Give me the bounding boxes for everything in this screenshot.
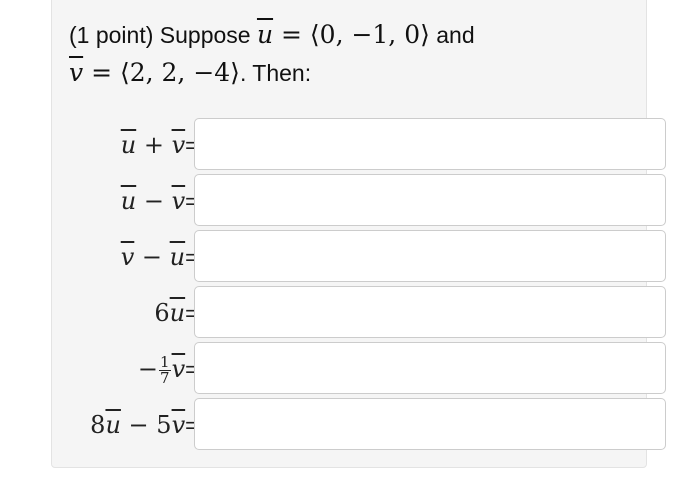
- coefficient: 8: [90, 411, 106, 439]
- minus-sign: −: [137, 355, 159, 383]
- coefficient: 6: [154, 299, 170, 327]
- points-text: (1 point) Suppose: [69, 22, 257, 48]
- vector-u-symbol: u: [120, 187, 137, 215]
- vector-u-symbol: u: [120, 131, 137, 159]
- operator: −: [136, 187, 172, 215]
- vector-u-symbol: u: [169, 299, 186, 327]
- and-text: and: [429, 22, 475, 48]
- statement-line-1: (1 point) Suppose u = ⟨0, −1, 0⟩ and: [69, 16, 629, 54]
- operator: −: [120, 411, 157, 439]
- fraction-denominator: 7: [160, 369, 170, 387]
- equals-sign: =: [83, 58, 120, 87]
- expression-label: 6u=: [154, 286, 198, 340]
- fraction: 17: [159, 355, 171, 386]
- answer-row-6u: 6u=: [60, 286, 670, 340]
- answer-input-8u-minus-5v[interactable]: [194, 398, 666, 450]
- vector-u-symbol: u: [256, 20, 274, 49]
- answer-input-v-minus-u[interactable]: [194, 230, 666, 282]
- answer-row-u-plus-v: u + v=: [60, 118, 670, 172]
- coefficient: 5: [156, 411, 172, 439]
- answer-row-v-minus-u: v − u=: [60, 230, 670, 284]
- vector-v-value: ⟨2, 2, −4⟩: [119, 58, 240, 87]
- vector-v-symbol: v: [171, 187, 186, 215]
- vector-u-symbol: u: [105, 411, 121, 439]
- operator: −: [134, 243, 170, 271]
- answer-row-u-minus-v: u − v=: [60, 174, 670, 228]
- answer-input-u-plus-v[interactable]: [194, 118, 666, 170]
- expression-label: 8u − 5v=: [90, 398, 198, 452]
- vector-v-symbol: v: [171, 131, 186, 159]
- statement-line-2: v = ⟨2, 2, −4⟩. Then:: [69, 54, 629, 92]
- answer-row-8u-minus-5v: 8u − 5v=: [60, 398, 670, 452]
- equals-sign: =: [273, 20, 310, 49]
- then-text: . Then:: [239, 60, 312, 86]
- expression-label: v − u=: [121, 230, 198, 284]
- problem-statement: (1 point) Suppose u = ⟨0, −1, 0⟩ and v =…: [69, 16, 629, 92]
- answer-input-6u[interactable]: [194, 286, 666, 338]
- vector-v-symbol: v: [69, 58, 84, 87]
- vector-u-value: ⟨0, −1, 0⟩: [309, 20, 430, 49]
- vector-u-symbol: u: [169, 243, 186, 271]
- vector-v-symbol: v: [171, 355, 186, 383]
- answer-row-neg-one-seventh-v: −1 7 v=: [60, 342, 670, 396]
- vector-v-symbol: v: [120, 243, 135, 271]
- expression-label: u − v=: [121, 174, 198, 228]
- expression-label: −1 7 v=: [138, 342, 198, 396]
- expression-label: u + v=: [121, 118, 198, 172]
- answer-input-u-minus-v[interactable]: [194, 174, 666, 226]
- vector-v-symbol: v: [171, 411, 186, 439]
- answer-input-neg-one-seventh-v[interactable]: [194, 342, 666, 394]
- operator: +: [136, 131, 172, 159]
